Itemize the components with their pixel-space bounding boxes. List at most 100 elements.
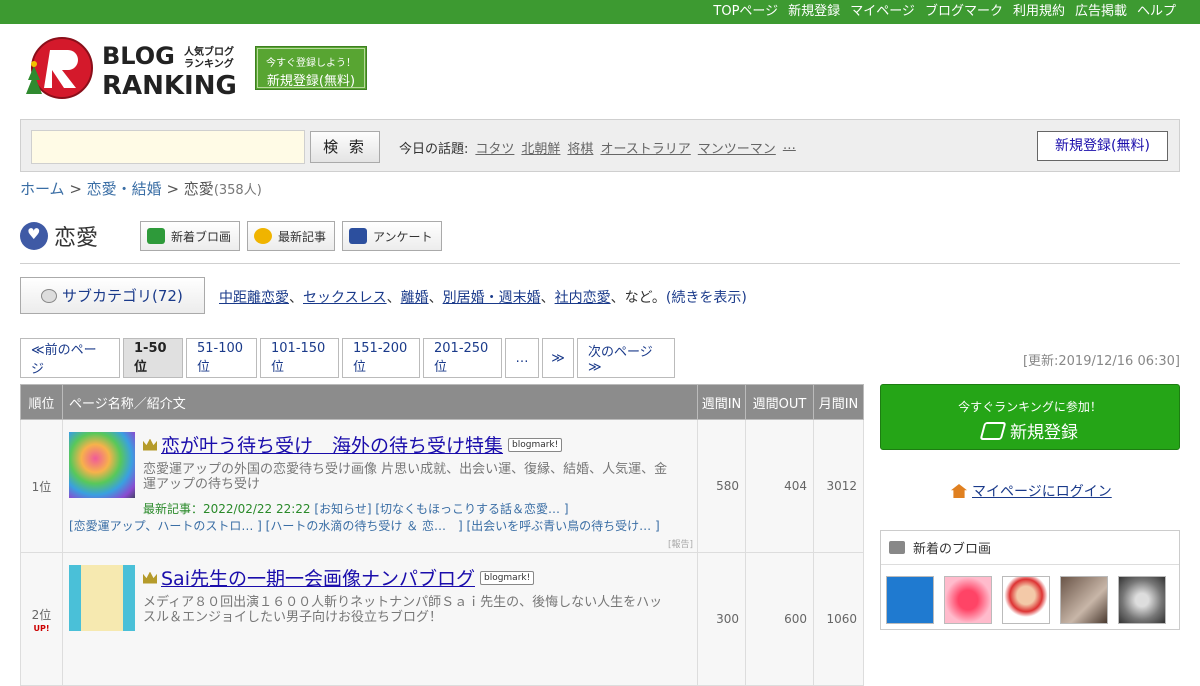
col-title: ページ名称／紹介文 [62,384,698,420]
next-pages-button[interactable]: ≫ [542,338,574,378]
new-image-thumb[interactable] [944,576,992,624]
category-name: 恋愛 [54,226,99,251]
breadcrumb-count: (358人) [213,183,262,198]
col-month-in: 月間IN [813,384,864,420]
week-in-value: 300 [697,552,746,686]
category-title: 恋愛 [20,220,98,252]
new-images-thumbs [881,565,1179,624]
new-images-title: 新着のブロ画 [913,542,992,557]
entry-thumbnail[interactable] [69,565,135,631]
month-in-value: 3012 [813,419,864,553]
col-rank: 順位 [20,384,63,420]
breadcrumb-sep: > [64,180,87,198]
new-image-thumb[interactable] [1002,576,1050,624]
entry-latest-links[interactable]: [お知らせ] [切なくもほっこりする話＆恋愛… ] [314,502,568,516]
register-promo-button[interactable]: 今すぐ登録しよう！ 新規登録(無料) [255,46,367,90]
register-free-button[interactable]: 新規登録(無料) [1037,131,1168,161]
top-nav-help[interactable]: ヘルプ [1137,4,1176,20]
heart-category-icon [20,222,48,250]
next-page-button[interactable]: 次のページ≫ [577,338,675,378]
table-row: 2位 UP! Sai先生の一期一会画像ナンパブログ blogmark! メディア… [20,552,864,686]
blogmark-button[interactable]: blogmark! [508,437,563,452]
register-promo-small: 今すぐ登録しよう！ [266,58,356,69]
breadcrumb-home[interactable]: ホーム [20,180,65,198]
join-ranking-button[interactable]: 今すぐランキングに参加！ 新規登録 [880,384,1180,450]
rank-cell: 1位 [20,419,63,553]
top-nav-bar: TOPページ 新規登録 マイページ ブログマーク 利用規約 広告掲載 ヘルプ [0,0,1200,24]
top-nav-list: TOPページ 新規登録 マイページ ブログマーク 利用規約 広告掲載 ヘルプ [703,4,1176,20]
blogmark-button[interactable]: blogmark! [479,570,535,585]
breadcrumb-sep: > [161,180,184,198]
rank-cell: 2位 UP! [20,552,63,686]
breadcrumb-parent[interactable]: 恋愛・結婚 [87,180,162,198]
topic-more-link[interactable]: … [783,138,796,157]
new-images-header: 新着のブロ画 [881,531,1179,565]
subcategory-link[interactable]: 中距離恋愛 [219,290,289,306]
top-nav-ads[interactable]: 広告掲載 [1075,4,1127,20]
join-ranking-label: 新規登録 [1010,423,1078,443]
search-button[interactable]: 検 索 [310,131,380,163]
camera-icon [889,541,905,554]
entry-cell: 恋が叶う待ち受け 海外の待ち受け特集 blogmark! 恋愛運アップの外国の恋… [62,419,698,553]
latest-articles-button[interactable]: 最新記事 [247,221,336,251]
camera-icon [147,228,165,244]
subcategory-link[interactable]: 別居婚・週末婚 [443,290,541,306]
subcategory-suffix: 、など。 [610,290,666,306]
page-link[interactable]: 201-250位 [423,338,502,378]
new-images-button[interactable]: 新着ブロ画 [140,221,241,251]
subcategory-more-link[interactable]: (続きを表示) [666,290,747,306]
logo-blog-text: BLOG [102,42,175,70]
page-link[interactable]: 151-200位 [342,338,420,378]
top-nav-mypage[interactable]: マイページ [850,4,915,20]
rank-value: 2位 [31,607,52,622]
today-topics-label: 今日の話題: [399,142,469,157]
topic-link[interactable]: マンツーマン [698,138,776,157]
entry-description: 恋愛運アップの外国の恋愛待ち受け画像 片思い成就、出会い運、復縁、結婚、人気運、… [143,462,668,492]
top-nav-top[interactable]: TOPページ [713,4,778,20]
logo-ranking-text: RANKING [102,71,237,100]
entry-thumbnail[interactable] [69,432,135,498]
prev-page-button[interactable]: ≪前のページ [20,338,120,378]
mypage-login-link[interactable]: マイページにログイン [951,481,1112,501]
week-in-value: 580 [697,419,746,553]
crown-icon [143,438,157,451]
entry-more-links[interactable]: [恋愛運アップ、ハートのストロ… ] [ハートの水滴の待ち受け ＆ 恋… ] [… [69,517,660,534]
subcategory-link[interactable]: 離婚 [401,290,429,306]
breadcrumb: ホーム > 恋愛・結婚 > 恋愛(358人) [20,178,262,199]
page-link[interactable]: 101-150位 [260,338,339,378]
survey-label: アンケート [373,229,433,244]
top-nav-register[interactable]: 新規登録 [788,4,840,20]
table-header-row: 順位 ページ名称／紹介文 週間IN 週間OUT 月間IN [20,384,864,420]
new-images-label: 新着ブロ画 [171,229,232,244]
topic-link[interactable]: コタツ [475,138,514,157]
topic-link[interactable]: 北朝鮮 [521,138,560,157]
survey-button[interactable]: アンケート [342,221,442,251]
entry-title-link[interactable]: 恋が叶う待ち受け 海外の待ち受け特集 [161,431,503,458]
col-week-out: 週間OUT [745,384,814,420]
site-logo[interactable]: BLOG RANKING 人気ブログ ランキング [22,36,242,101]
week-out-value: 404 [745,419,814,553]
new-image-thumb[interactable] [1060,576,1108,624]
table-row: 1位 恋が叶う待ち受け 海外の待ち受け特集 blogmark! 恋愛運アップの外… [20,419,864,553]
search-input[interactable] [31,130,305,164]
exclamation-icon [349,228,367,244]
top-nav-terms[interactable]: 利用規約 [1013,4,1065,20]
today-topics: 今日の話題: コタツ 北朝鮮 将棋 オーストラリア マンツーマン … [399,138,796,157]
topic-link[interactable]: オーストラリア [600,138,690,157]
subcategory-links: 中距離恋愛、セックスレス、離婚、別居婚・週末婚、社内恋愛、など。(続きを表示) [219,290,747,306]
latest-articles-label: 最新記事 [278,229,327,244]
breadcrumb-current: 恋愛 [183,180,214,198]
new-image-thumb[interactable] [1118,576,1166,624]
top-nav-blogmark[interactable]: ブログマーク [925,4,1003,20]
join-ranking-small: 今すぐランキングに参加！ [958,400,1102,414]
subcategory-button[interactable]: サブカテゴリ(72) [20,277,205,314]
report-link[interactable]: [報告] [668,537,693,550]
new-badge-icon [254,228,272,244]
topic-link[interactable]: 将棋 [567,138,593,157]
new-image-thumb[interactable] [886,576,934,624]
page-link[interactable]: 51-100位 [186,338,257,378]
rank-up-badge: UP! [33,623,50,633]
subcategory-link[interactable]: セックスレス [303,290,387,306]
entry-title-link[interactable]: Sai先生の一期一会画像ナンパブログ [161,564,475,591]
subcategory-link[interactable]: 社内恋愛 [555,290,611,306]
